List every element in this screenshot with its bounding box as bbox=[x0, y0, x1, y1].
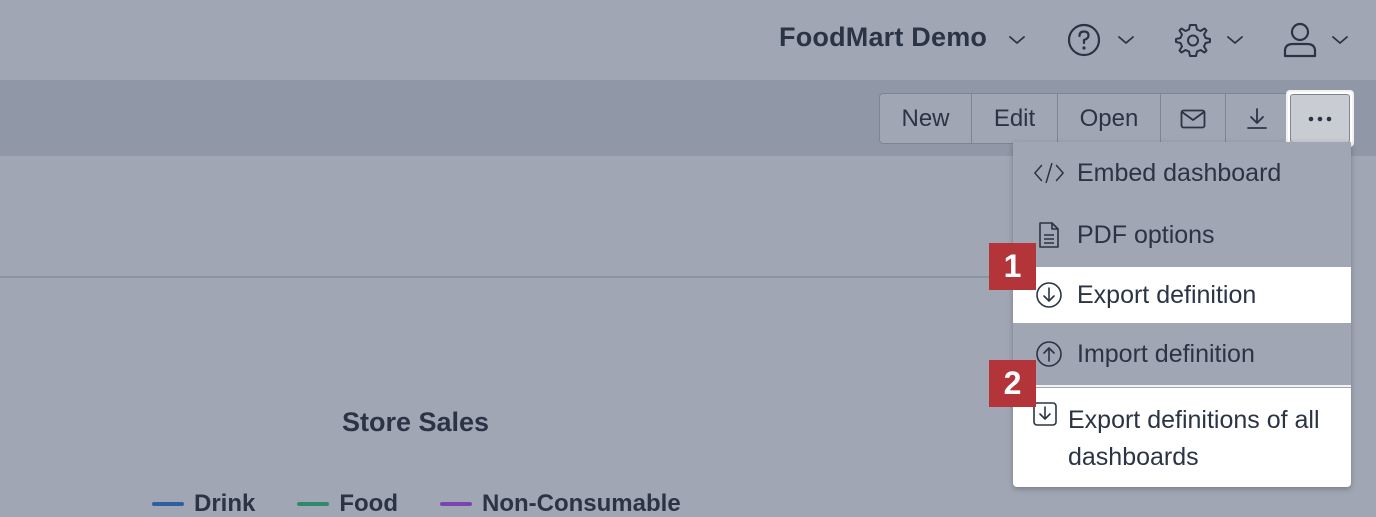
help-chevron-down-icon[interactable] bbox=[1117, 31, 1135, 49]
help-icon[interactable] bbox=[1066, 22, 1102, 58]
section-divider bbox=[0, 276, 1013, 278]
gear-icon[interactable] bbox=[1174, 21, 1212, 59]
annotation-badge-2: 2 bbox=[989, 360, 1036, 407]
menu-item-label: Embed dashboard bbox=[1077, 158, 1282, 187]
open-button[interactable]: Open bbox=[1058, 94, 1161, 143]
email-button[interactable] bbox=[1161, 94, 1226, 143]
edit-button[interactable]: Edit bbox=[972, 94, 1058, 143]
annotation-badge-1: 1 bbox=[989, 243, 1036, 290]
legend-swatch-food bbox=[297, 502, 330, 506]
menu-item-export-all-definitions[interactable]: Export definitions of all dashboards bbox=[1013, 388, 1351, 487]
menu-item-pdf-options[interactable]: PDF options bbox=[1013, 204, 1351, 266]
legend-swatch-drink bbox=[152, 502, 184, 506]
menu-item-import-definition[interactable]: Import definition bbox=[1013, 323, 1351, 387]
top-header bbox=[0, 0, 1376, 80]
workspace-chevron-down-icon[interactable] bbox=[1008, 31, 1026, 49]
user-icon[interactable] bbox=[1282, 20, 1318, 60]
menu-item-embed-dashboard[interactable]: Embed dashboard bbox=[1013, 142, 1351, 204]
download-icon bbox=[1247, 107, 1267, 129]
circle-arrow-down-icon bbox=[1033, 279, 1065, 311]
more-options-inner[interactable] bbox=[1290, 94, 1350, 143]
legend-label: Drink bbox=[194, 490, 256, 517]
chart-legend: Drink Food Non-Consumable bbox=[152, 490, 723, 517]
legend-swatch-non-consumable bbox=[440, 502, 472, 506]
download-button[interactable] bbox=[1226, 94, 1288, 143]
menu-item-label: PDF options bbox=[1077, 220, 1215, 249]
menu-item-label: Export definition bbox=[1077, 280, 1257, 309]
more-options-button[interactable] bbox=[1286, 90, 1354, 147]
document-icon bbox=[1033, 219, 1065, 251]
mail-icon bbox=[1180, 109, 1206, 128]
legend-label: Food bbox=[339, 490, 398, 517]
menu-item-export-definition[interactable]: Export definition bbox=[1013, 267, 1351, 323]
workspace-name[interactable]: FoodMart Demo bbox=[779, 22, 987, 53]
legend-item-non-consumable[interactable]: Non-Consumable bbox=[440, 490, 681, 517]
legend-item-drink[interactable]: Drink bbox=[152, 490, 255, 517]
toolbar-button-group: New Edit Open bbox=[879, 93, 1289, 144]
menu-item-label: Import definition bbox=[1077, 339, 1255, 368]
legend-label: Non-Consumable bbox=[482, 490, 681, 517]
more-options-menu: Embed dashboard PDF options Export defin… bbox=[1013, 142, 1351, 487]
user-chevron-down-icon[interactable] bbox=[1331, 31, 1349, 49]
chart-title: Store Sales bbox=[342, 407, 490, 437]
more-icon bbox=[1308, 116, 1332, 121]
legend-item-food[interactable]: Food bbox=[297, 490, 398, 517]
code-icon bbox=[1033, 157, 1065, 189]
settings-chevron-down-icon[interactable] bbox=[1226, 31, 1244, 49]
menu-item-label: Export definitions of all dashboards bbox=[1068, 406, 1320, 471]
circle-arrow-up-icon bbox=[1033, 338, 1065, 370]
new-button[interactable]: New bbox=[880, 94, 972, 143]
